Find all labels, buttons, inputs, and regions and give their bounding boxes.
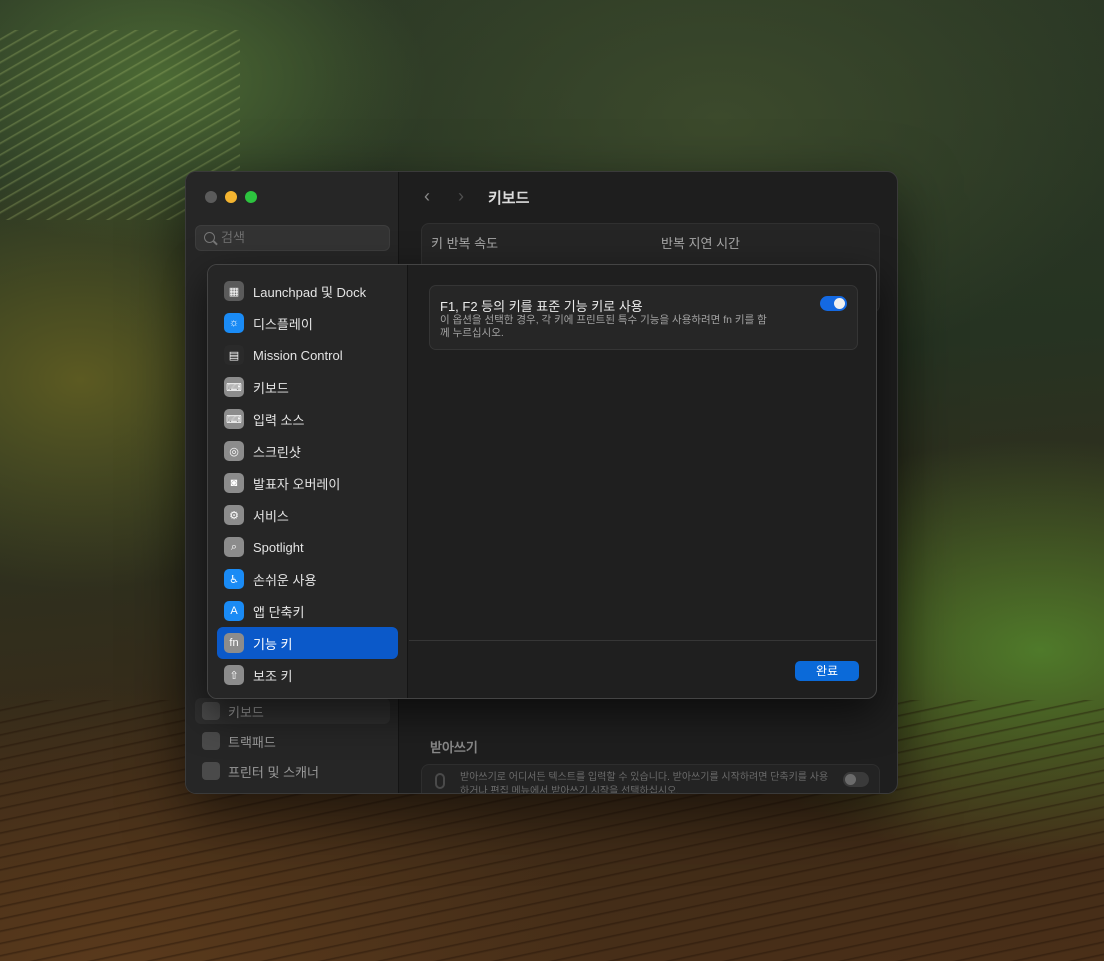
function-keys-toggle[interactable] bbox=[820, 296, 847, 311]
dictation-toggle[interactable] bbox=[843, 772, 869, 787]
close-button[interactable] bbox=[205, 191, 217, 203]
minimize-button[interactable] bbox=[225, 191, 237, 203]
dictation-description: 받아쓰기로 어디서든 텍스트를 입력할 수 있습니다. 받아쓰기를 시작하려면 … bbox=[460, 772, 829, 794]
mission-control-icon: ▤ bbox=[224, 345, 244, 365]
app-shortcuts-icon: A bbox=[224, 601, 244, 621]
repeat-rate-label: 키 반복 속도 bbox=[431, 236, 499, 251]
sheet-item-label: Spotlight bbox=[253, 539, 304, 555]
services-icon: ⚙ bbox=[224, 505, 244, 525]
printer-icon bbox=[202, 762, 220, 780]
sheet-item-9[interactable]: ♿ 손쉬운 사용 bbox=[217, 563, 398, 595]
shortcuts-sidebar: ▦ Launchpad 및 Dock ☼ 디스플레이 ▤ Mission Control ⌨… bbox=[208, 265, 408, 698]
function-keys-option: F1, F2 등의 키를 표준 기능 키로 사용 이 옵션을 선택한 경우, 각… bbox=[429, 285, 858, 350]
presenter-overlay-icon: ◙ bbox=[224, 473, 244, 493]
sheet-item-label: Mission Control bbox=[253, 347, 343, 363]
keyboard-icon: ⌨ bbox=[224, 377, 244, 397]
sidebar-item-printers[interactable]: 프린터 및 스캐너 bbox=[195, 758, 390, 784]
sheet-item-label: 앱 단축키 bbox=[253, 604, 305, 620]
sidebar-item-label: 트랙패드 bbox=[228, 734, 276, 750]
sheet-item-label: 보조 키 bbox=[253, 668, 293, 684]
display-icon: ☼ bbox=[224, 313, 244, 333]
keyboard-shortcuts-sheet: ▦ Launchpad 및 Dock ☼ 디스플레이 ▤ Mission Control ⌨… bbox=[207, 264, 877, 699]
sheet-item-2[interactable]: ▤ Mission Control bbox=[217, 339, 398, 371]
sheet-item-label: 키보드 bbox=[253, 380, 289, 396]
accessibility-icon: ♿ bbox=[224, 569, 244, 589]
option-title: F1, F2 등의 키를 표준 기능 키로 사용 bbox=[440, 299, 643, 314]
page-title: 키보드 bbox=[488, 190, 530, 207]
microphone-icon bbox=[435, 773, 445, 789]
sheet-item-12[interactable]: ⇧ 보조 키 bbox=[217, 659, 398, 691]
sheet-item-label: 입력 소스 bbox=[253, 412, 305, 428]
sheet-item-7[interactable]: ⚙ 서비스 bbox=[217, 499, 398, 531]
sidebar-item-label: 키보드 bbox=[228, 704, 264, 720]
sidebar-item-label: 프린터 및 스캐너 bbox=[228, 764, 319, 780]
sheet-item-label: 발표자 오버레이 bbox=[253, 476, 341, 492]
modifier-key-icon: ⇧ bbox=[224, 665, 244, 685]
sheet-item-6[interactable]: ◙ 발표자 오버레이 bbox=[217, 467, 398, 499]
done-button[interactable]: 완료 bbox=[795, 661, 859, 681]
sheet-item-10[interactable]: A 앱 단축키 bbox=[217, 595, 398, 627]
sheet-item-11[interactable]: fn 기능 키 bbox=[217, 627, 398, 659]
sheet-item-label: 기능 키 bbox=[253, 636, 293, 652]
keyboard-icon bbox=[202, 702, 220, 720]
sheet-item-4[interactable]: ⌨ 입력 소스 bbox=[217, 403, 398, 435]
search-placeholder: 검색 bbox=[221, 230, 245, 245]
input-source-icon: ⌨ bbox=[224, 409, 244, 429]
sheet-item-0[interactable]: ▦ Launchpad 및 Dock bbox=[217, 275, 398, 307]
search-icon bbox=[204, 232, 215, 243]
dictation-card: 받아쓰기로 어디서든 텍스트를 입력할 수 있습니다. 받아쓰기를 시작하려면 … bbox=[421, 764, 880, 794]
sidebar-item-trackpad[interactable]: 트랙패드 bbox=[195, 728, 390, 754]
launchpad-icon: ▦ bbox=[224, 281, 244, 301]
forward-chevron-icon[interactable]: › bbox=[458, 186, 464, 207]
function-key-icon: fn bbox=[224, 633, 244, 653]
trackpad-icon bbox=[202, 732, 220, 750]
sheet-item-label: 디스플레이 bbox=[253, 316, 313, 332]
sheet-item-1[interactable]: ☼ 디스플레이 bbox=[217, 307, 398, 339]
sheet-item-label: 스크린샷 bbox=[253, 444, 301, 460]
spotlight-icon: ⌕ bbox=[224, 537, 244, 557]
sheet-item-label: Launchpad 및 Dock bbox=[253, 284, 367, 300]
back-chevron-icon[interactable]: ‹ bbox=[424, 186, 430, 207]
delay-label: 반복 지연 시간 bbox=[661, 236, 740, 251]
sheet-item-5[interactable]: ◎ 스크린샷 bbox=[217, 435, 398, 467]
traffic-lights bbox=[205, 191, 257, 203]
shortcuts-content: F1, F2 등의 키를 표준 기능 키로 사용 이 옵션을 선택한 경우, 각… bbox=[409, 265, 876, 640]
sheet-item-label: 서비스 bbox=[253, 508, 289, 524]
screenshot-icon: ◎ bbox=[224, 441, 244, 461]
sheet-item-label: 손쉬운 사용 bbox=[253, 572, 317, 588]
sidebar-item-keyboard[interactable]: 키보드 bbox=[195, 698, 390, 724]
search-input[interactable]: 검색 bbox=[195, 225, 390, 251]
zoom-button[interactable] bbox=[245, 191, 257, 203]
dictation-title: 받아쓰기 bbox=[430, 740, 478, 755]
sheet-footer: 완료 bbox=[409, 640, 876, 698]
sheet-item-8[interactable]: ⌕ Spotlight bbox=[217, 531, 398, 563]
sheet-item-3[interactable]: ⌨ 키보드 bbox=[217, 371, 398, 403]
option-description: 이 옵션을 선택한 경우, 각 키에 프린트된 특수 기능을 사용하려면 fn … bbox=[440, 314, 767, 339]
